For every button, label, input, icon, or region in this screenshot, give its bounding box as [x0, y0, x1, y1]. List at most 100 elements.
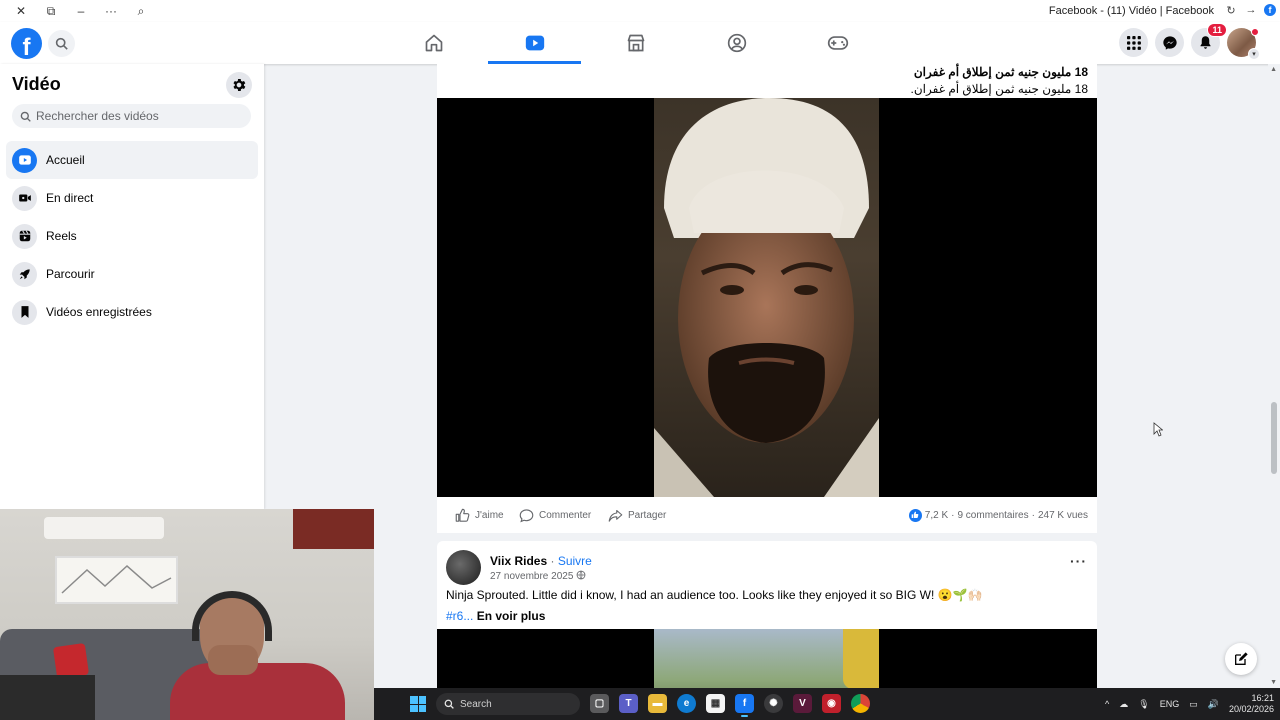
clock-time: 16:21	[1251, 693, 1274, 703]
stats-separator: ·	[951, 509, 955, 521]
reload-icon[interactable]: ↻	[1224, 3, 1238, 17]
bell-icon	[1200, 36, 1211, 49]
scroll-down-icon[interactable]: ▼	[1270, 679, 1277, 686]
facebook-app-icon[interactable]: f	[735, 694, 754, 717]
sidebar-item-accueil[interactable]: Accueil	[6, 141, 258, 179]
share-button[interactable]: Partager	[608, 508, 666, 523]
task-view-icon[interactable]: ▢	[590, 694, 609, 713]
network-icon[interactable]: ▭	[1189, 699, 1198, 710]
marketplace-icon	[627, 34, 644, 52]
clock-date: 20/02/2026	[1228, 704, 1274, 714]
tab-video[interactable]	[484, 22, 585, 64]
browser-title-bar: ✕ ⧉ – ··· ⌕ Facebook - (11) Vidéo | Face…	[0, 0, 1280, 22]
view-count: 247 K vues	[1037, 509, 1088, 521]
like-button[interactable]: J'aime	[455, 508, 504, 523]
facebook-top-nav: f 11 ▾	[0, 22, 1280, 64]
page-scrollbar[interactable]: ▲ ▼	[1268, 64, 1280, 688]
like-reaction-icon[interactable]	[908, 508, 922, 522]
teams-icon[interactable]: T	[619, 694, 638, 713]
windows-start-icon[interactable]	[410, 696, 426, 712]
post-text: Ninja Sprouted. Little did i know, I had…	[446, 588, 983, 602]
facebook-logo-icon[interactable]: f	[11, 28, 42, 59]
scrollbar-thumb[interactable]	[1271, 402, 1277, 474]
chevron-down-icon[interactable]: ▾	[1248, 48, 1260, 60]
sidebar-item-label: Parcourir	[46, 267, 95, 281]
rocket-icon	[12, 261, 37, 287]
follow-button[interactable]: Suivre	[558, 554, 592, 568]
compose-icon	[1235, 652, 1248, 665]
sidebar-item-label: Reels	[46, 229, 77, 243]
settings-gear-icon[interactable]	[226, 72, 252, 98]
sidebar-item-label: Accueil	[46, 153, 85, 167]
webcam-overlay	[0, 509, 374, 720]
more-options-icon[interactable]: ···	[1070, 553, 1087, 569]
microphone-icon[interactable]: 🎙	[1138, 699, 1149, 710]
tab-marketplace[interactable]	[585, 22, 686, 64]
globe-icon	[576, 570, 586, 583]
sidebar-item-reels[interactable]: Reels	[6, 217, 258, 255]
tab-home[interactable]	[383, 22, 484, 64]
reaction-count[interactable]: 7,2 K	[925, 510, 948, 521]
mouse-cursor-icon	[1153, 422, 1164, 442]
comment-icon	[519, 508, 534, 522]
reels-icon	[12, 223, 37, 249]
post-caption: 18 مليون جنيه ثمن إطلاق أم غفران 18 مليو…	[911, 64, 1088, 98]
post-date[interactable]: 27 novembre 2025	[490, 571, 573, 582]
video-search-input[interactable]	[36, 109, 236, 123]
air-conditioner	[44, 517, 164, 539]
post-caption-title: 18 مليون جنيه ثمن إطلاق أم غفران	[913, 65, 1088, 79]
hashtag-link[interactable]: #r6...	[446, 609, 473, 623]
edge-icon[interactable]: e	[677, 694, 696, 713]
tray-chevron-icon[interactable]: ^	[1105, 699, 1109, 709]
file-explorer-icon[interactable]: ▬	[648, 694, 667, 713]
sidebar-item-parcourir[interactable]: Parcourir	[6, 255, 258, 293]
search-icon[interactable]	[48, 30, 75, 57]
see-more-link[interactable]: En voir plus	[477, 609, 546, 623]
close-window-icon[interactable]: ✕	[6, 0, 36, 22]
stats-separator: ·	[1031, 509, 1035, 521]
minimize-window-icon[interactable]: –	[66, 0, 96, 22]
red-pillow	[52, 642, 90, 680]
post-actions-bar: J'aime Commenter Partager 7,2 K · 9 comm…	[437, 501, 1097, 529]
video-player[interactable]	[437, 98, 1097, 497]
video-search-field[interactable]	[12, 104, 251, 128]
restore-window-icon[interactable]: ⧉	[36, 0, 66, 22]
more-options-icon[interactable]: ···	[96, 0, 126, 22]
volume-icon[interactable]: 🔊	[1208, 699, 1219, 710]
messenger-icon	[1162, 35, 1177, 50]
windows-taskbar: ▢ T ▬ e ▦ f ✺ V ◉ ^ ☁ 🎙 ENG ▭ 🔊 16:21 20…	[374, 688, 1280, 720]
account-avatar[interactable]: ▾	[1227, 28, 1260, 60]
scroll-up-icon[interactable]: ▲	[1270, 66, 1277, 73]
media-app-icon[interactable]: V	[793, 694, 812, 713]
tab-groups[interactable]	[686, 22, 787, 64]
forward-icon[interactable]: →	[1244, 3, 1258, 17]
language-indicator[interactable]: ENG	[1160, 699, 1180, 709]
tab-gaming[interactable]	[787, 22, 888, 64]
chatgpt-icon[interactable]: ✺	[764, 694, 783, 713]
sidebar-item-videos-enregistrees[interactable]: Vidéos enregistrées	[6, 293, 258, 331]
status-dot	[1251, 28, 1259, 36]
taskbar-search[interactable]	[436, 693, 580, 715]
taskbar-search-input[interactable]	[460, 698, 560, 710]
live-camera-icon	[12, 185, 37, 211]
chrome-icon[interactable]	[851, 694, 870, 713]
store-icon[interactable]: ▦	[706, 694, 725, 713]
menu-grid-button[interactable]	[1119, 28, 1148, 57]
comment-count[interactable]: 9 commentaires	[957, 510, 1028, 521]
like-label: J'aime	[475, 509, 504, 521]
new-message-button[interactable]	[1225, 643, 1257, 675]
video-icon	[525, 35, 544, 51]
notifications-button[interactable]: 11	[1191, 23, 1227, 57]
messenger-button[interactable]	[1155, 28, 1184, 57]
author-name[interactable]: Viix Rides	[490, 554, 547, 568]
video-post-1: 18 مليون جنيه ثمن إطلاق أم غفران 18 مليو…	[437, 64, 1097, 533]
onedrive-icon[interactable]: ☁	[1119, 699, 1128, 710]
zoom-icon[interactable]: ⌕	[126, 0, 156, 22]
headphones	[192, 591, 272, 641]
recording-app-icon[interactable]: ◉	[822, 694, 841, 713]
author-avatar[interactable]	[446, 550, 481, 585]
gamepad-icon	[827, 36, 848, 50]
sidebar-item-en-direct[interactable]: En direct	[6, 179, 258, 217]
comment-button[interactable]: Commenter	[519, 508, 591, 523]
clock[interactable]: 16:21 20/02/2026	[1229, 693, 1274, 715]
